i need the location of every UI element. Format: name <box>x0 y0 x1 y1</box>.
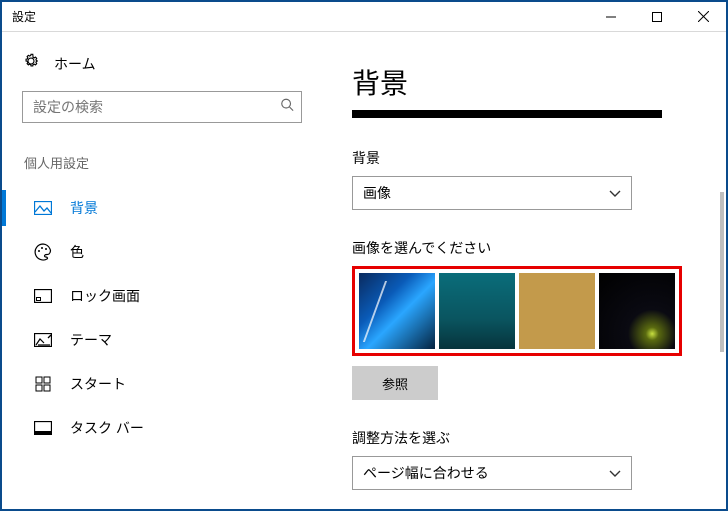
sidebar-item-taskbar[interactable]: タスク バー <box>2 406 322 450</box>
chevron-down-icon <box>609 185 621 201</box>
maximize-button[interactable] <box>634 2 680 31</box>
maximize-icon <box>652 12 662 22</box>
window-controls <box>588 2 726 31</box>
sidebar-item-label: タスク バー <box>70 418 144 438</box>
sidebar-item-label: ロック画面 <box>70 286 140 306</box>
taskbar-icon <box>34 421 52 435</box>
close-icon <box>698 11 709 22</box>
page-title: 背景 <box>352 62 696 102</box>
search-input[interactable] <box>22 91 302 123</box>
window-body: ホーム 個人用設定 背景 <box>2 32 726 509</box>
home-nav[interactable]: ホーム <box>22 52 302 75</box>
close-button[interactable] <box>680 2 726 31</box>
minimize-icon <box>606 12 616 22</box>
chevron-down-icon <box>609 465 621 481</box>
sidebar-nav: 背景 色 ロック画面 <box>22 186 302 450</box>
wallpaper-thumb-4[interactable] <box>599 273 675 349</box>
background-dropdown[interactable]: 画像 <box>352 176 632 210</box>
sidebar-item-label: 色 <box>70 242 84 262</box>
dropdown-value: 画像 <box>363 183 391 203</box>
titlebar: 設定 <box>2 2 726 32</box>
settings-window: 設定 ホーム <box>0 0 728 511</box>
sidebar-item-label: スタート <box>70 374 126 394</box>
sidebar-section-header: 個人用設定 <box>22 149 302 186</box>
fit-dropdown[interactable]: ページ幅に合わせる <box>352 456 632 490</box>
content-area: 背景 背景 画像 画像を選んでください 参照 調整方法を選ぶ ページ幅に合わせる <box>322 32 726 509</box>
sidebar-item-label: テーマ <box>70 330 112 350</box>
lockscreen-icon <box>34 289 52 303</box>
sidebar-item-lockscreen[interactable]: ロック画面 <box>2 274 322 318</box>
theme-icon <box>34 333 52 347</box>
sidebar-item-label: 背景 <box>70 198 98 218</box>
wallpaper-thumb-1[interactable] <box>359 273 435 349</box>
window-title: 設定 <box>2 8 36 25</box>
sidebar: ホーム 個人用設定 背景 <box>2 32 322 509</box>
sidebar-item-themes[interactable]: テーマ <box>2 318 322 362</box>
background-label: 背景 <box>352 148 696 168</box>
start-icon <box>34 376 52 392</box>
search-field[interactable] <box>22 91 302 123</box>
fit-label: 調整方法を選ぶ <box>352 428 696 448</box>
sidebar-item-background[interactable]: 背景 <box>2 186 322 230</box>
sidebar-item-colors[interactable]: 色 <box>2 230 322 274</box>
wallpaper-thumb-2[interactable] <box>439 273 515 349</box>
browse-button[interactable]: 参照 <box>352 366 438 400</box>
dropdown-value: ページ幅に合わせる <box>363 463 489 483</box>
home-label: ホーム <box>54 54 96 74</box>
palette-icon <box>34 243 52 261</box>
picture-icon <box>34 201 52 215</box>
gear-icon <box>22 52 40 75</box>
page-rule <box>352 110 662 118</box>
scrollbar[interactable] <box>720 192 724 352</box>
sidebar-item-start[interactable]: スタート <box>2 362 322 406</box>
choose-image-label: 画像を選んでください <box>352 238 696 258</box>
wallpaper-thumb-3[interactable] <box>519 273 595 349</box>
minimize-button[interactable] <box>588 2 634 31</box>
image-thumbnails-highlight <box>352 266 682 356</box>
search-icon <box>280 98 294 117</box>
